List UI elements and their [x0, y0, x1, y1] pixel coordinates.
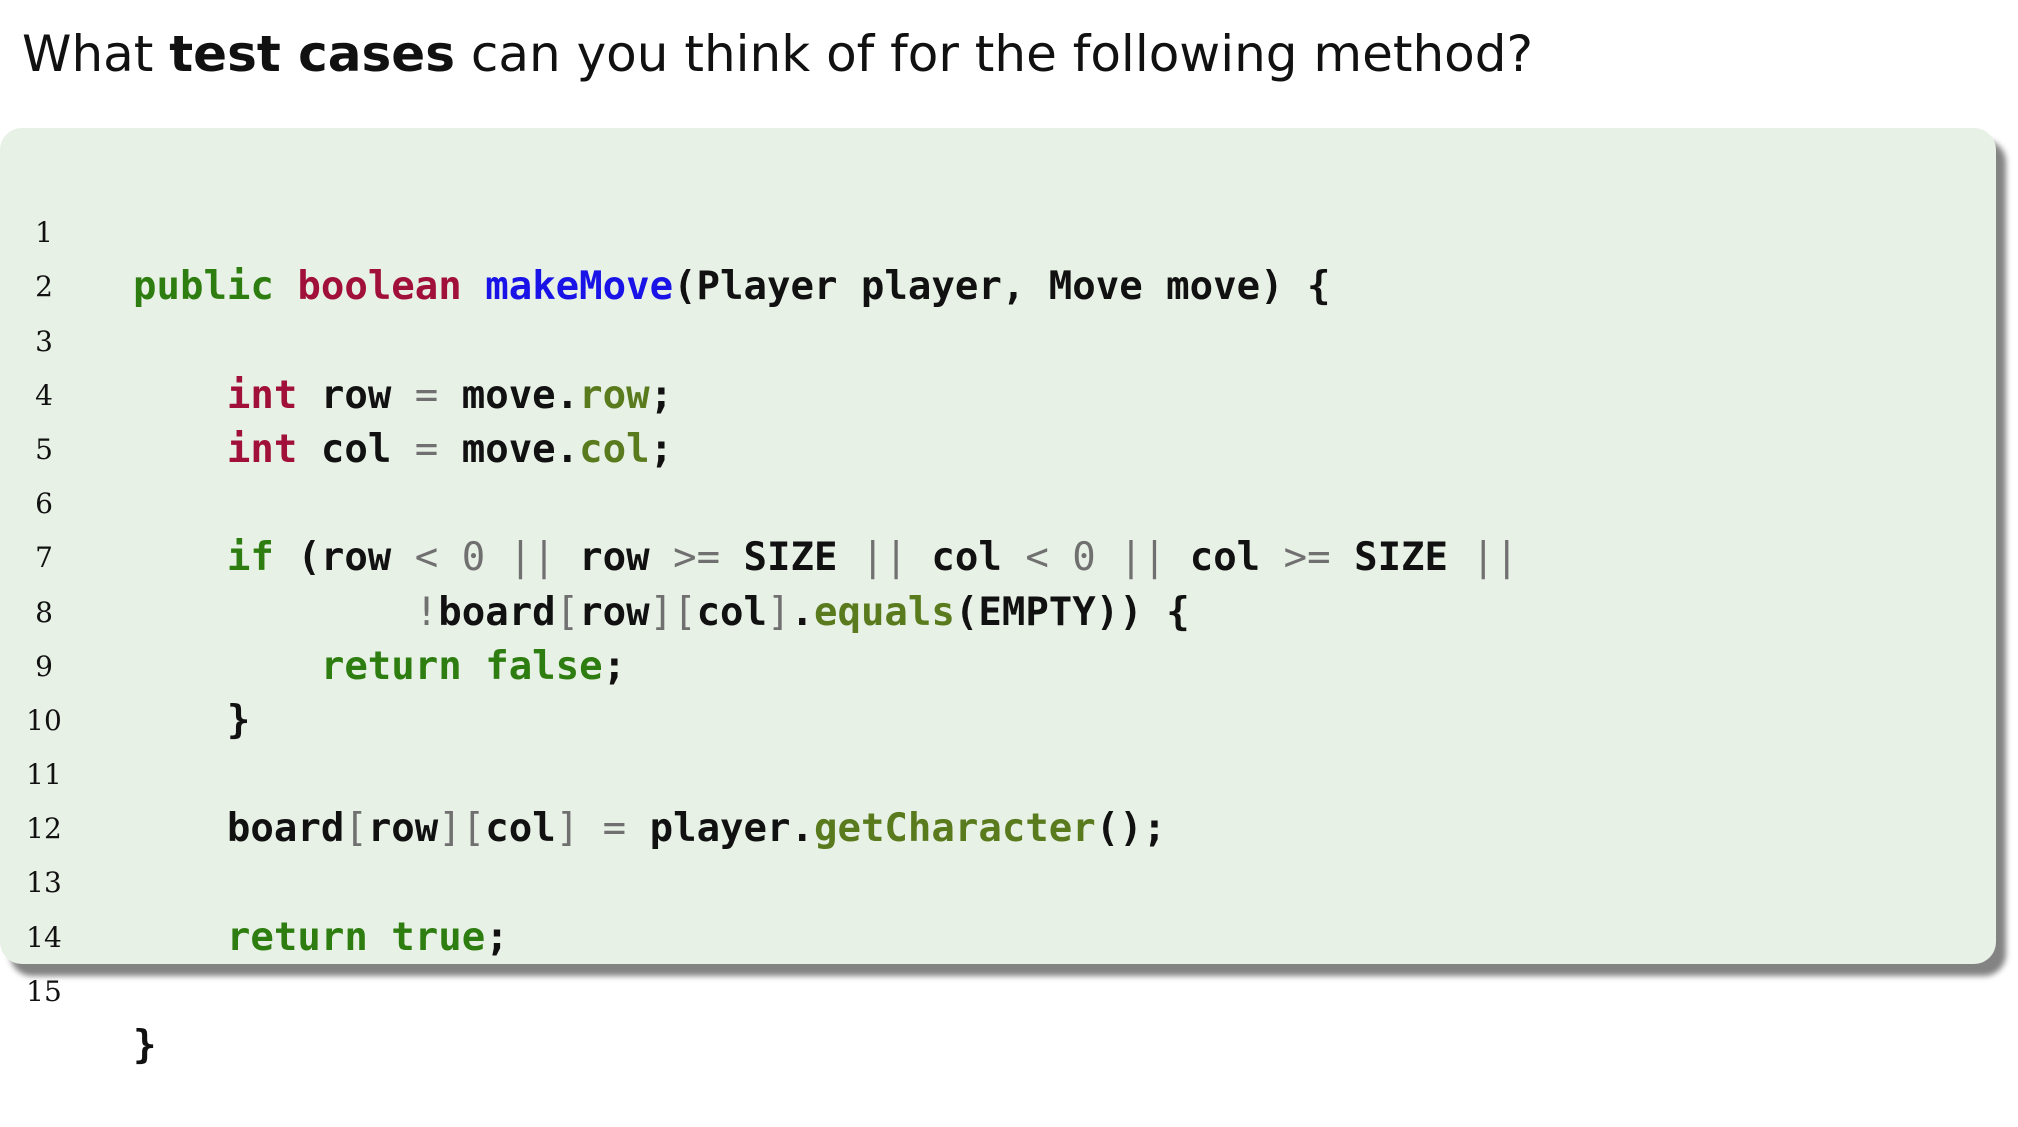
code-line-9: 9 }	[0, 586, 1996, 743]
code-line-6: 6 if (row < 0 || row >= SIZE || col < 0 …	[0, 423, 1996, 580]
code-line-7: 7 !board[row][col].equals(EMPTY)) {	[0, 477, 1996, 634]
code-line-13: 13 return true;	[0, 802, 1996, 959]
code-line-5: 5	[0, 369, 1996, 466]
question-bold-phrase: test cases	[169, 25, 455, 83]
code-listing: 1 public boolean makeMove(Player player,…	[0, 128, 1996, 1068]
code-line-14: 14	[0, 856, 1996, 954]
line-number: 15	[26, 974, 62, 1008]
code-lines: 1 public boolean makeMove(Player player,…	[0, 152, 1996, 1068]
closing-brace: }	[133, 1023, 157, 1069]
page-question: What test cases can you think of for the…	[22, 14, 1533, 94]
code-text: }	[133, 1019, 156, 1073]
code-line-10: 10	[0, 640, 1996, 737]
code-line-2: 2	[0, 206, 1996, 303]
code-line-3: 3 int row = move.row;	[0, 260, 1996, 418]
code-line-8: 8 return false;	[0, 531, 1996, 689]
question-suffix: can you think of for the following metho…	[454, 25, 1534, 83]
code-line-1: 1 public boolean makeMove(Player player,…	[0, 152, 1996, 309]
code-line-4: 4 int col = move.col;	[0, 315, 1996, 472]
question-prefix: What	[22, 25, 170, 83]
code-line-12: 12	[0, 748, 1996, 845]
code-line-15: 15 }	[0, 911, 1996, 1068]
code-line-11: 11 board[row][col] = player.getCharacter…	[0, 694, 1996, 851]
